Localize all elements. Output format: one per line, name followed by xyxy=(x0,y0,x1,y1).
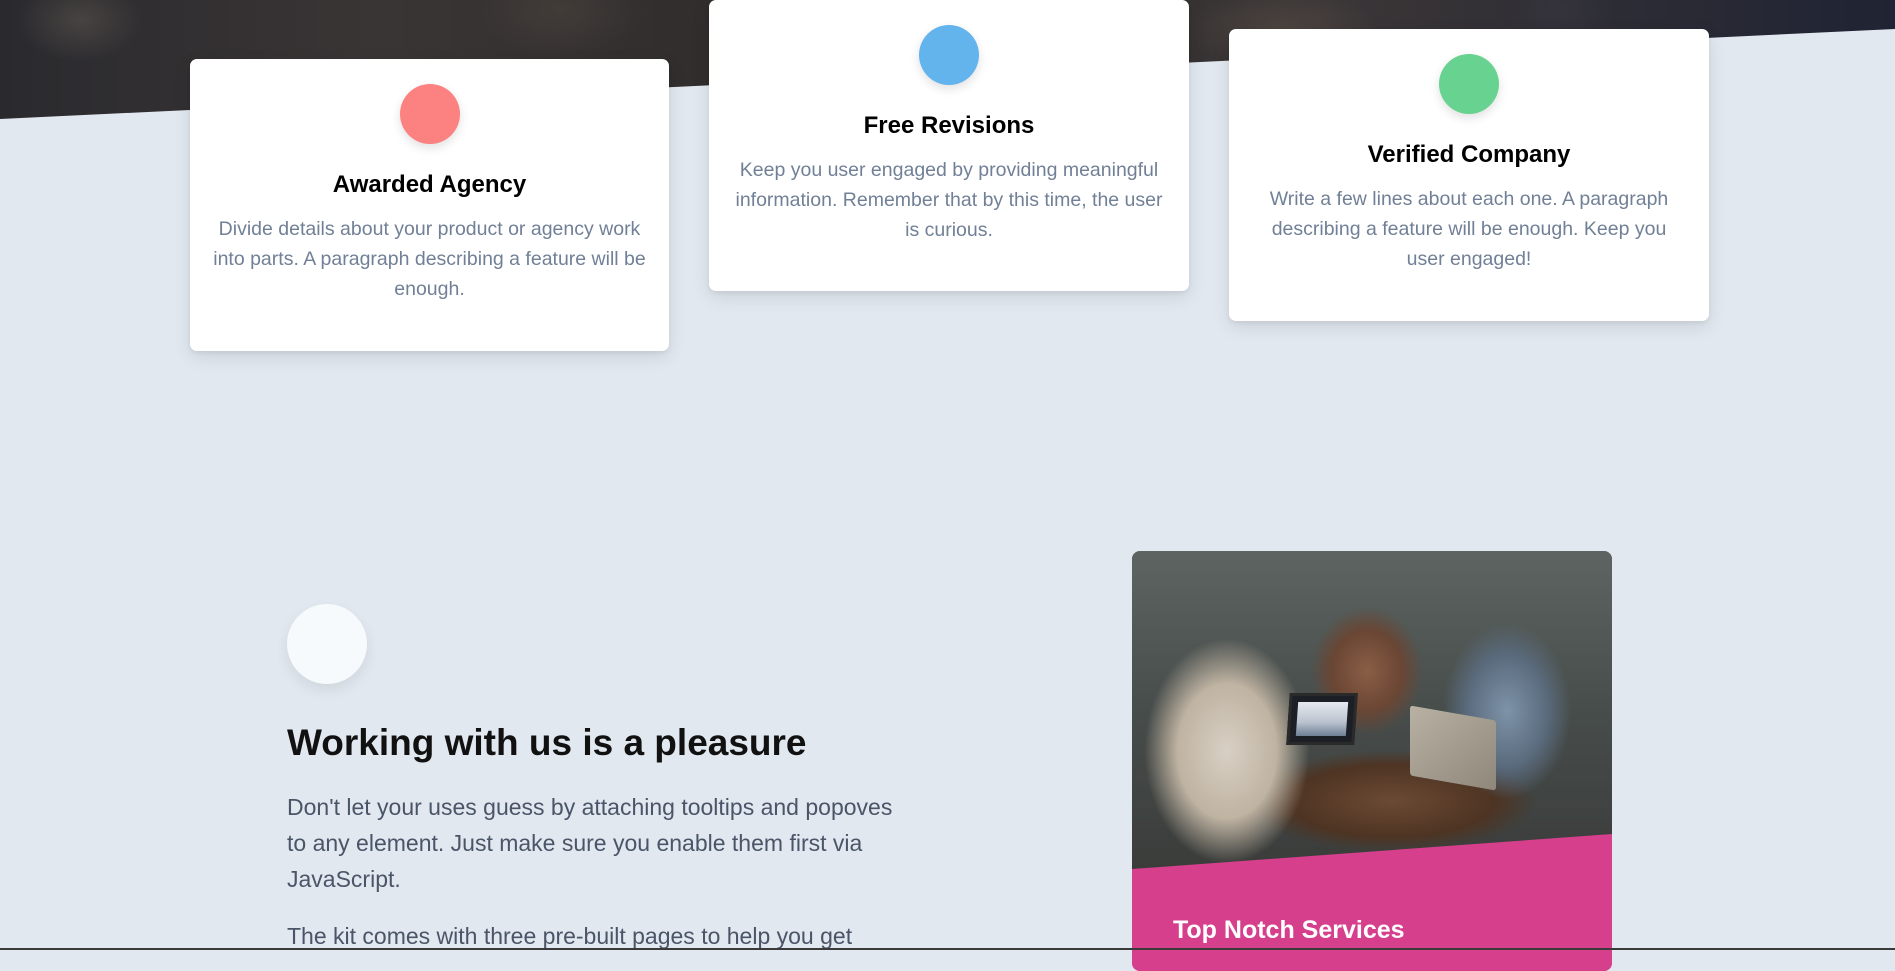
feature-card-free-revisions: Free Revisions Keep you user engaged by … xyxy=(709,0,1189,291)
white-circle-icon xyxy=(287,604,367,684)
red-circle-icon xyxy=(399,84,460,144)
laptop-image xyxy=(1286,693,1358,745)
feature-title: Free Revisions xyxy=(863,112,1035,139)
section-title: Working with us is a pleasure xyxy=(287,722,807,763)
feature-description: Keep you user engaged by providing meani… xyxy=(735,159,1163,241)
feature-description: Write a few lines about each one. A para… xyxy=(1269,188,1669,270)
section-paragraph: Don't let your uses guess by attaching t… xyxy=(287,794,893,892)
services-image-card: Top Notch Services xyxy=(1132,551,1612,971)
feature-card-awarded-agency: Awarded Agency Divide details about your… xyxy=(190,59,669,351)
feature-description: Divide details about your product or age… xyxy=(213,218,646,300)
feature-title: Verified Company xyxy=(1367,141,1571,168)
team-photo xyxy=(1132,551,1612,871)
laptop-image xyxy=(1410,705,1496,791)
feature-title: Awarded Agency xyxy=(332,171,527,198)
feature-card-verified-company: Verified Company Write a few lines about… xyxy=(1229,29,1709,321)
card-title: Top Notch Services xyxy=(1173,916,1405,944)
blue-circle-icon xyxy=(919,25,979,85)
green-circle-icon xyxy=(1439,54,1499,114)
